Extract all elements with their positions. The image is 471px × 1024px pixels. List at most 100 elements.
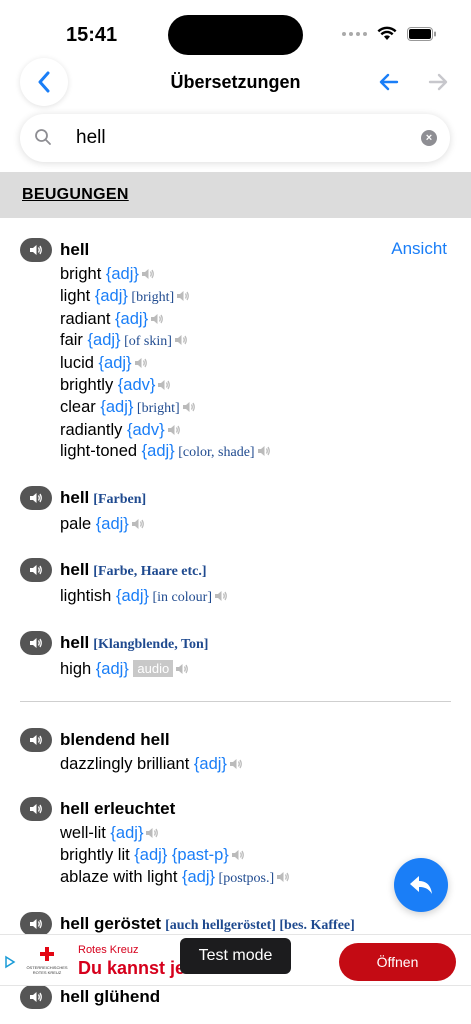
status-bar: 15:41 — [0, 0, 471, 62]
part-of-speech: {adj} — [98, 354, 132, 373]
entry-headword: hell glühend — [60, 983, 451, 1011]
usage-note: [color, shade] — [174, 445, 255, 461]
battery-icon — [407, 26, 436, 41]
part-of-speech: {adj} — [100, 397, 134, 416]
speaker-icon[interactable] — [145, 824, 159, 845]
part-of-speech: {adj} — [115, 309, 149, 328]
headword-context: [Klangblende, Ton] — [93, 636, 209, 652]
pronounce-speaker-icon[interactable] — [20, 486, 52, 511]
translation-row[interactable]: brightly {adv} — [60, 375, 451, 397]
search-icon — [35, 129, 51, 145]
search-field[interactable]: hell × — [20, 114, 450, 162]
entry-headword: hell erleuchtet — [60, 795, 451, 823]
pronounce-speaker-icon[interactable] — [20, 727, 52, 752]
translation-row[interactable]: light {adj} [bright] — [60, 286, 451, 309]
translation-row[interactable]: lucid {adj} — [60, 353, 451, 375]
translation-text: bright — [60, 265, 106, 283]
speaker-icon[interactable] — [229, 755, 243, 776]
pronounce-speaker-icon[interactable] — [20, 238, 52, 262]
search-input[interactable]: hell — [76, 127, 106, 149]
speaker-icon[interactable] — [174, 331, 188, 352]
translation-text: brightly lit — [60, 846, 135, 865]
translation-entry: blendend hell dazzlingly brilliant {adj} — [0, 726, 471, 776]
pronounce-speaker-icon[interactable] — [20, 557, 52, 582]
ad-choices-icon[interactable] — [4, 955, 16, 969]
translation-row[interactable]: radiant {adj} — [60, 309, 451, 331]
speaker-icon[interactable] — [276, 868, 290, 889]
translation-text: brightly — [60, 375, 118, 394]
headword-text: blendend hell — [60, 729, 170, 749]
translation-row[interactable]: well-lit {adj} — [60, 823, 451, 845]
translation-row[interactable]: lightish {adj} [in colour] — [60, 586, 451, 609]
translation-row[interactable]: brightly lit {adj} {past-p} — [60, 845, 451, 867]
translation-text: well-lit — [60, 824, 111, 843]
headword-text: hell glühend — [60, 986, 161, 1006]
part-of-speech: {adj} — [141, 442, 175, 461]
pronounce-speaker-icon[interactable] — [20, 797, 52, 822]
part-of-speech: {adv} — [117, 375, 156, 394]
entry-headword: hell [Farben] — [60, 484, 451, 514]
entry-headword: blendend hell — [60, 726, 451, 754]
headword-context: [Farben] — [93, 492, 147, 508]
test-mode-toast: Test mode — [180, 938, 291, 974]
headword-text: hell — [60, 488, 90, 508]
translation-row[interactable]: high {adj} audio — [60, 659, 451, 681]
speaker-icon[interactable] — [150, 310, 164, 331]
reply-button[interactable] — [394, 858, 448, 912]
pronounce-speaker-icon[interactable] — [20, 630, 52, 655]
entry-headword: hell [Farbe, Haare etc.] — [60, 556, 451, 586]
part-of-speech: {adj} {past-p} — [134, 846, 229, 865]
speaker-icon[interactable] — [131, 515, 145, 536]
navigation-bar: Übersetzungen — [0, 58, 471, 108]
clear-icon[interactable]: × — [421, 130, 437, 146]
speaker-icon[interactable] — [182, 398, 196, 419]
pronounce-speaker-icon[interactable] — [20, 984, 52, 1009]
translation-row[interactable]: clear {adj} [bright] — [60, 397, 451, 420]
arrow-right-icon — [428, 73, 448, 91]
speaker-icon[interactable] — [141, 265, 155, 286]
history-back-button[interactable] — [377, 70, 401, 94]
translation-row[interactable]: ablaze with light {adj} [postpos.] — [60, 867, 451, 890]
translation-row[interactable]: pale {adj} — [60, 514, 451, 536]
part-of-speech: {adj} — [95, 659, 129, 678]
entry-headword: hell [Klangblende, Ton] — [60, 629, 451, 659]
view-link[interactable]: Ansicht — [391, 239, 447, 259]
part-of-speech: {adj} — [115, 586, 149, 605]
translation-text: light — [60, 286, 95, 305]
translation-row[interactable]: dazzlingly brilliant {adj} — [60, 754, 451, 776]
speaker-icon[interactable] — [176, 287, 190, 308]
translation-entry: hell [Klangblende, Ton] high {adj} audio — [0, 629, 471, 681]
translation-row[interactable]: light-toned {adj} [color, shade] — [60, 441, 451, 464]
translation-row[interactable]: bright {adj} — [60, 264, 451, 286]
speaker-icon[interactable] — [175, 660, 189, 681]
speaker-icon[interactable] — [214, 587, 228, 608]
speaker-icon[interactable] — [134, 354, 148, 375]
translation-row[interactable]: fair {adj} [of skin] — [60, 330, 451, 353]
speaker-icon[interactable] — [231, 846, 245, 867]
usage-note: [bright] — [127, 289, 175, 305]
red-cross-logo: ÖSTERREICHISCHES ROTES KREUZ — [24, 943, 70, 981]
section-header: BEUGUNGEN — [0, 172, 471, 218]
translation-text: lightish — [60, 586, 116, 605]
translation-text: radiantly — [60, 420, 127, 439]
translation-row[interactable]: radiantly {adv} — [60, 420, 451, 442]
translation-list: hell Ansicht bright {adj} light {adj} [bri… — [0, 236, 471, 1024]
usage-note: [bright] — [133, 400, 180, 416]
speaker-icon[interactable] — [257, 442, 271, 463]
translation-text: clear — [60, 397, 101, 416]
headword-text: hell — [60, 632, 90, 652]
status-time: 15:41 — [66, 24, 118, 46]
speaker-icon[interactable] — [157, 376, 171, 397]
ad-brand: Rotes Kreuz — [78, 944, 139, 956]
part-of-speech: {adj} — [193, 754, 227, 773]
ad-open-button[interactable]: Öffnen — [339, 943, 456, 981]
part-of-speech: {adj} — [105, 265, 139, 283]
pronounce-speaker-icon[interactable] — [20, 911, 52, 936]
translation-text: ablaze with light — [60, 867, 182, 886]
headword-text: hell — [60, 559, 90, 579]
usage-note: [in colour] — [149, 589, 212, 605]
history-forward-button[interactable] — [426, 70, 450, 94]
status-icons — [342, 26, 437, 41]
speaker-icon[interactable] — [167, 421, 181, 442]
headword-text: hell geröstet — [60, 913, 162, 933]
